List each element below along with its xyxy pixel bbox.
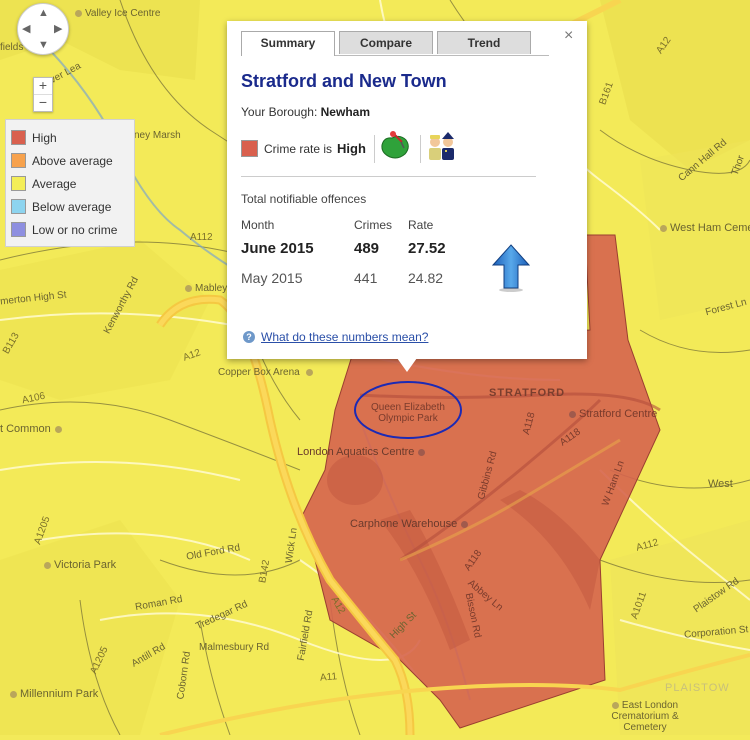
- crime-legend: High Above average Average Below average…: [5, 119, 135, 247]
- map-label-stratford-centre: Stratford Centre: [569, 408, 657, 420]
- map-label-malmesbury-rd: Malmesbury Rd: [199, 642, 270, 653]
- pan-control[interactable]: ▲ ▼ ◀ ▶: [17, 3, 69, 55]
- crime-rate-line: Crime rate is High: [241, 131, 460, 166]
- map-label-west-ham: West: [708, 478, 733, 490]
- map-label-fields: fields: [0, 42, 24, 53]
- map-pin-icon: [378, 131, 412, 166]
- tab-trend[interactable]: Trend: [437, 31, 531, 54]
- crime-rate-swatch: [241, 140, 258, 157]
- trend-up-arrow-icon: [491, 243, 531, 298]
- legend-item-below-average: Below average: [6, 195, 134, 218]
- legend-swatch: [11, 130, 26, 145]
- legend-swatch: [11, 153, 26, 168]
- map-label-carphone-warehouse: Carphone Warehouse: [350, 518, 471, 530]
- map-label-a112: A112: [190, 232, 213, 243]
- legend-swatch: [11, 222, 26, 237]
- help-icon[interactable]: ?: [243, 331, 255, 343]
- map-label-west-ham-cemetery: West Ham Cemetery: [660, 222, 750, 234]
- legend-label: Below average: [32, 199, 112, 214]
- map-label-stratford: STRATFORD: [489, 387, 566, 399]
- borough-name: Newham: [320, 105, 370, 119]
- borough-line: Your Borough: Newham: [241, 105, 370, 119]
- area-info-window: × Summary Compare Trend Stratford and Ne…: [227, 21, 587, 359]
- map-label-common: t Common: [0, 423, 65, 435]
- legend-item-average: Average: [6, 172, 134, 195]
- tab-summary[interactable]: Summary: [241, 31, 335, 56]
- pan-down-icon[interactable]: ▼: [38, 40, 49, 51]
- zoom-control: + −: [33, 77, 53, 112]
- pan-right-icon[interactable]: ▶: [54, 24, 62, 35]
- pan-left-icon[interactable]: ◀: [22, 24, 30, 35]
- legend-label: High: [32, 130, 57, 145]
- legend-item-low: Low or no crime: [6, 218, 134, 241]
- row-previous-rate: 24.82: [408, 270, 444, 286]
- col-header-rate: Rate: [408, 218, 434, 232]
- crime-rate-prefix: Crime rate is: [264, 141, 333, 156]
- legend-label: Low or no crime: [32, 222, 118, 237]
- map-label-millennium-park: Millennium Park: [10, 688, 98, 700]
- close-icon[interactable]: ×: [564, 27, 573, 45]
- map-label-hackney-marsh: ney Marsh: [134, 130, 181, 141]
- zoom-in-button[interactable]: +: [34, 78, 52, 94]
- map-label-qe-olympic-park: Queen Elizabeth Olympic Park: [371, 402, 445, 424]
- row-current-month: June 2015: [241, 240, 314, 257]
- legend-label: Above average: [32, 153, 113, 168]
- zoom-out-button[interactable]: −: [34, 94, 52, 111]
- help-link[interactable]: What do these numbers mean?: [261, 330, 428, 344]
- legend-item-high: High: [6, 126, 134, 149]
- help-link-row[interactable]: ? What do these numbers mean?: [243, 330, 428, 344]
- map-label-east-london-crematorium: East London Crematorium & Cemetery: [611, 700, 679, 733]
- map-label-valley-ice-centre: Valley Ice Centre: [75, 8, 160, 19]
- map-label-victoria-park: Victoria Park: [44, 559, 116, 571]
- row-current-rate: 27.52: [408, 240, 446, 257]
- map-label-plaistow: PLAISTOW: [665, 682, 730, 694]
- area-title: Stratford and New Town: [241, 71, 447, 91]
- info-tabs: Summary Compare Trend: [241, 31, 549, 56]
- col-header-crimes: Crimes: [354, 218, 392, 232]
- section-divider: [241, 176, 536, 177]
- borough-prefix: Your Borough:: [241, 105, 318, 119]
- legend-label: Average: [32, 176, 77, 191]
- map-label-a11: A11: [319, 671, 338, 684]
- pan-up-icon[interactable]: ▲: [38, 8, 49, 19]
- col-header-month: Month: [241, 218, 275, 232]
- separator: [373, 134, 375, 163]
- section-title: Total notifiable offences: [241, 192, 367, 206]
- legend-item-above-average: Above average: [6, 149, 134, 172]
- crime-rate-level: High: [337, 141, 366, 156]
- map-label-mabley: Mabley: [185, 283, 227, 294]
- row-previous-crimes: 441: [354, 270, 378, 286]
- info-window-pointer: [397, 358, 417, 372]
- map-label-london-aquatics-centre: London Aquatics Centre: [297, 446, 428, 458]
- row-previous-month: May 2015: [241, 270, 303, 286]
- legend-swatch: [11, 199, 26, 214]
- police-officers-icon: [424, 131, 460, 166]
- map-label-copper-box-arena: Copper Box Arena: [218, 367, 316, 378]
- tab-compare[interactable]: Compare: [339, 31, 433, 54]
- row-current-crimes: 489: [354, 240, 380, 257]
- legend-swatch: [11, 176, 26, 191]
- separator: [419, 134, 421, 163]
